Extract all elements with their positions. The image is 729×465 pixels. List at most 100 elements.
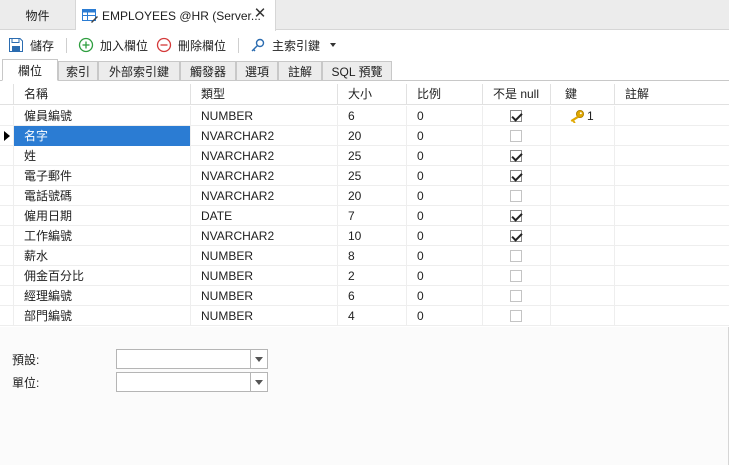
cell-type[interactable]: NUMBER [190, 266, 337, 286]
cell-name[interactable]: 電話號碼 [13, 186, 190, 206]
cell-key[interactable] [550, 306, 614, 326]
table-row[interactable]: 僱員編號 NUMBER 6 0 1 [0, 106, 729, 126]
cell-type[interactable]: NUMBER [190, 286, 337, 306]
cell-type[interactable]: NUMBER [190, 246, 337, 266]
cell-comment[interactable] [614, 286, 729, 306]
not-null-checkbox[interactable] [510, 190, 522, 202]
cell-size[interactable]: 8 [337, 246, 406, 266]
not-null-checkbox[interactable] [510, 170, 522, 182]
cell-name[interactable]: 名字 [13, 126, 190, 146]
add-field-button[interactable]: 加入欄位 [78, 36, 148, 54]
tab-employees-editor[interactable]: EMPLOYEES @HR (Server... ✕ [76, 0, 276, 31]
cell-type[interactable]: NVARCHAR2 [190, 146, 337, 166]
cell-name[interactable]: 姓 [13, 146, 190, 166]
cell-comment[interactable] [614, 186, 729, 206]
tab-foreign-keys[interactable]: 外部索引鍵 [98, 61, 180, 81]
not-null-checkbox[interactable] [510, 270, 522, 282]
cell-size[interactable]: 2 [337, 266, 406, 286]
save-button[interactable]: 儲存 [8, 36, 54, 54]
cell-key[interactable] [550, 186, 614, 206]
table-row[interactable]: 姓 NVARCHAR2 25 0 [0, 146, 729, 166]
cell-comment[interactable] [614, 126, 729, 146]
cell-name[interactable]: 佣金百分比 [13, 266, 190, 286]
not-null-checkbox[interactable] [510, 150, 522, 162]
not-null-checkbox[interactable] [510, 230, 522, 242]
cell-comment[interactable] [614, 266, 729, 286]
not-null-checkbox[interactable] [510, 130, 522, 142]
column-header-size[interactable]: 大小 [337, 84, 406, 105]
tab-options[interactable]: 選項 [236, 61, 278, 81]
cell-size[interactable]: 6 [337, 106, 406, 126]
tab-comments[interactable]: 註解 [278, 61, 322, 81]
cell-name[interactable]: 僱用日期 [13, 206, 190, 226]
not-null-checkbox[interactable] [510, 110, 522, 122]
cell-name[interactable]: 經理編號 [13, 286, 190, 306]
cell-type[interactable]: NVARCHAR2 [190, 226, 337, 246]
cell-key[interactable] [550, 226, 614, 246]
cell-type[interactable]: NUMBER [190, 306, 337, 326]
not-null-checkbox[interactable] [510, 210, 522, 222]
cell-comment[interactable] [614, 146, 729, 166]
tab-triggers[interactable]: 觸發器 [180, 61, 236, 81]
column-header-name[interactable]: 名稱 [13, 84, 190, 105]
tab-objects[interactable]: 物件 [0, 0, 76, 30]
cell-name[interactable]: 部門編號 [13, 306, 190, 326]
cell-type[interactable]: NUMBER [190, 106, 337, 126]
cell-name[interactable]: 電子郵件 [13, 166, 190, 186]
tab-sql-preview[interactable]: SQL 預覽 [322, 61, 392, 81]
cell-scale[interactable]: 0 [406, 306, 482, 326]
cell-key[interactable]: 1 [550, 106, 614, 126]
table-row[interactable]: 工作編號 NVARCHAR2 10 0 [0, 226, 729, 246]
table-row[interactable]: 部門編號 NUMBER 4 0 [0, 306, 729, 326]
default-combo[interactable] [116, 349, 268, 369]
cell-type[interactable]: DATE [190, 206, 337, 226]
cell-key[interactable] [550, 206, 614, 226]
chevron-down-icon[interactable] [250, 350, 267, 368]
chevron-down-icon[interactable] [250, 373, 267, 391]
cell-comment[interactable] [614, 226, 729, 246]
primary-key-button[interactable]: 主索引鍵 [250, 36, 337, 54]
chevron-down-icon[interactable] [330, 43, 337, 47]
cell-size[interactable]: 6 [337, 286, 406, 306]
cell-scale[interactable]: 0 [406, 146, 482, 166]
cell-key[interactable] [550, 266, 614, 286]
cell-name[interactable]: 工作編號 [13, 226, 190, 246]
table-row[interactable]: 電子郵件 NVARCHAR2 25 0 [0, 166, 729, 186]
table-row[interactable]: 薪水 NUMBER 8 0 [0, 246, 729, 266]
cell-scale[interactable]: 0 [406, 246, 482, 266]
table-row[interactable]: 佣金百分比 NUMBER 2 0 [0, 266, 729, 286]
cell-size[interactable]: 25 [337, 166, 406, 186]
cell-comment[interactable] [614, 206, 729, 226]
cell-size[interactable]: 25 [337, 146, 406, 166]
cell-scale[interactable]: 0 [406, 206, 482, 226]
cell-type[interactable]: NVARCHAR2 [190, 126, 337, 146]
cell-size[interactable]: 20 [337, 126, 406, 146]
cell-name[interactable]: 薪水 [13, 246, 190, 266]
cell-scale[interactable]: 0 [406, 286, 482, 306]
cell-name[interactable]: 僱員編號 [13, 106, 190, 126]
cell-size[interactable]: 7 [337, 206, 406, 226]
not-null-checkbox[interactable] [510, 250, 522, 262]
cell-type[interactable]: NVARCHAR2 [190, 186, 337, 206]
close-icon[interactable]: ✕ [253, 6, 267, 21]
cell-scale[interactable]: 0 [406, 126, 482, 146]
cell-scale[interactable]: 0 [406, 226, 482, 246]
column-header-not-null[interactable]: 不是 null [482, 84, 550, 105]
cell-size[interactable]: 4 [337, 306, 406, 326]
table-row[interactable]: 僱用日期 DATE 7 0 [0, 206, 729, 226]
cell-comment[interactable] [614, 106, 729, 126]
cell-key[interactable] [550, 126, 614, 146]
tab-fields[interactable]: 欄位 [2, 59, 58, 81]
cell-comment[interactable] [614, 246, 729, 266]
cell-scale[interactable]: 0 [406, 166, 482, 186]
table-row[interactable]: 經理編號 NUMBER 6 0 [0, 286, 729, 306]
cell-key[interactable] [550, 246, 614, 266]
delete-field-button[interactable]: 刪除欄位 [156, 36, 226, 54]
column-header-scale[interactable]: 比例 [406, 84, 482, 105]
column-header-comment[interactable]: 註解 [614, 84, 729, 105]
cell-type[interactable]: NVARCHAR2 [190, 166, 337, 186]
cell-key[interactable] [550, 146, 614, 166]
cell-scale[interactable]: 0 [406, 106, 482, 126]
cell-size[interactable]: 20 [337, 186, 406, 206]
cell-scale[interactable]: 0 [406, 186, 482, 206]
